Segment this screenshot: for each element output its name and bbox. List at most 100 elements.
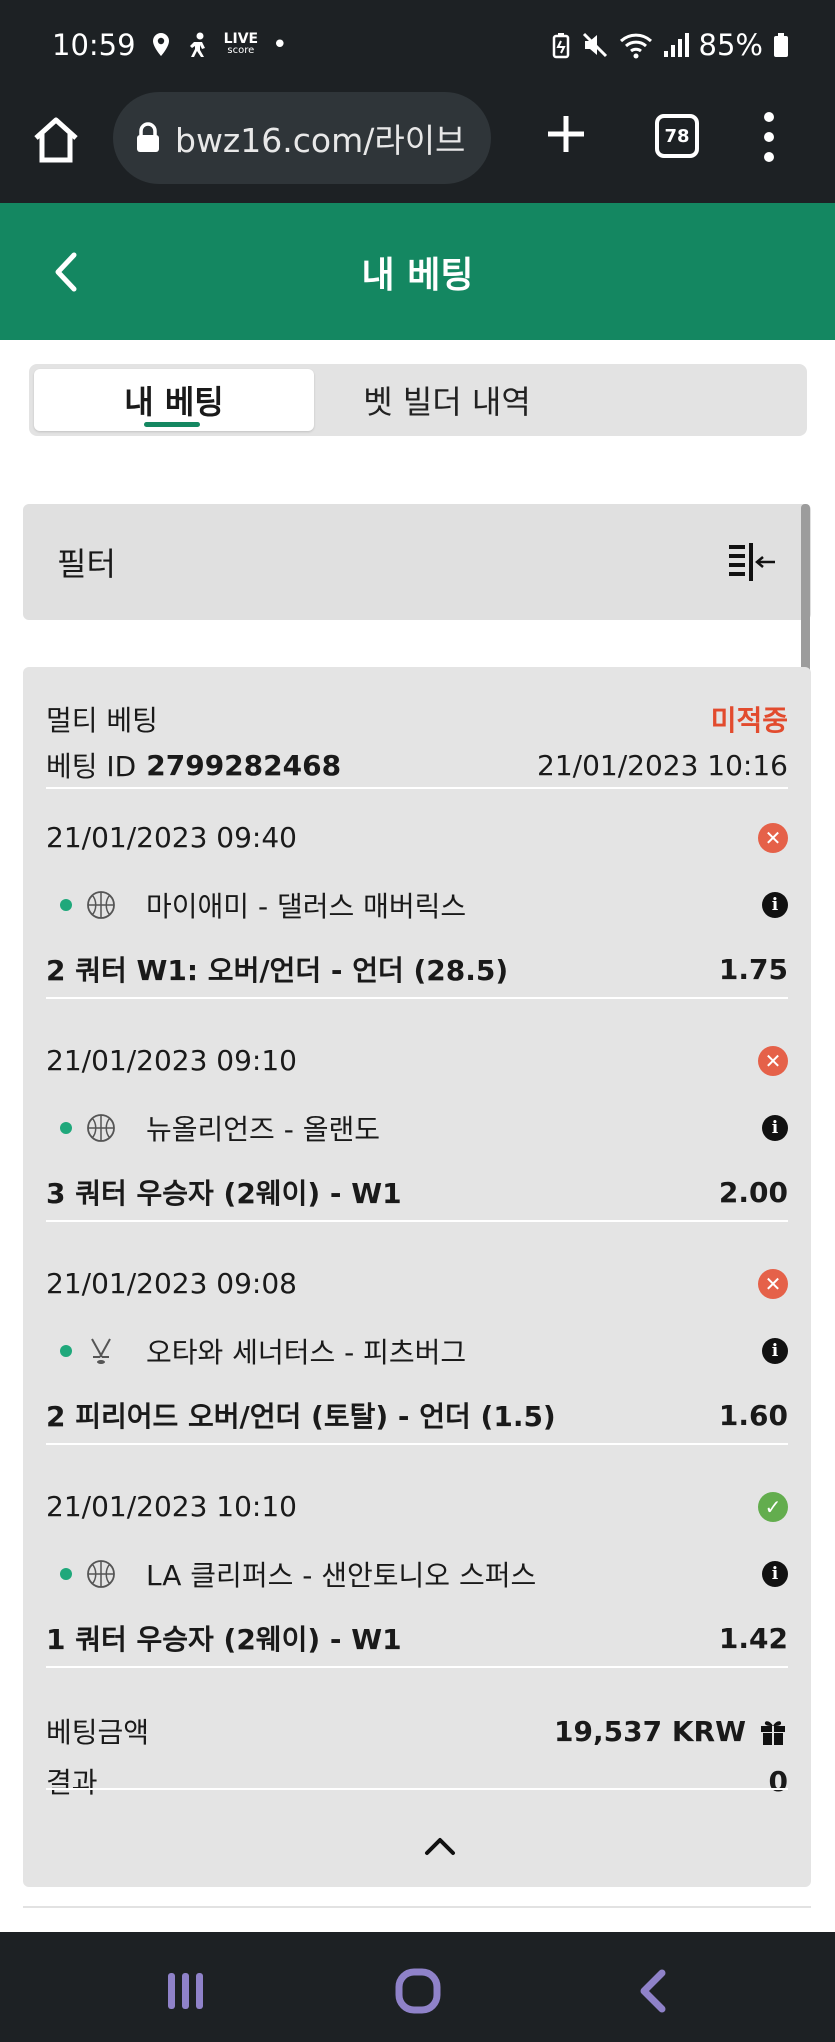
status-right: 85% <box>551 28 789 62</box>
ice-hockey-icon <box>91 1338 111 1364</box>
info-icon[interactable]: i <box>762 1115 788 1141</box>
info-icon[interactable]: i <box>762 1338 788 1364</box>
match-name: 뉴올리언즈 - 올랜도 <box>146 1113 380 1146</box>
bet-id-value: 2799282468 <box>146 748 342 782</box>
info-icon[interactable]: i <box>762 1561 788 1587</box>
live-indicator-dot <box>60 1345 72 1357</box>
won-icon: ✓ <box>758 1491 788 1522</box>
bet-type: 멀티 베팅 <box>46 704 158 737</box>
odds-value: 2.00 <box>718 1175 788 1209</box>
basketball-icon <box>87 1114 115 1142</box>
match-name: 마이애미 - 댈러스 매버릭스 <box>146 890 467 923</box>
lost-icon: ✕ <box>758 1268 788 1299</box>
browser-toolbar: bwz16.com/라이브 78 <box>0 90 835 203</box>
recents-icon[interactable] <box>166 1971 206 2011</box>
lost-icon: ✕ <box>758 1045 788 1076</box>
result-label: 결과 <box>46 1766 98 1799</box>
selection-datetime: 21/01/2023 09:10 <box>46 1044 297 1077</box>
plus-icon <box>548 116 584 152</box>
divider <box>46 787 788 789</box>
info-icon[interactable]: i <box>762 892 788 918</box>
selection-match-row: 오타와 세너터스 - 피츠버그 i <box>46 1331 788 1371</box>
live-badge-top: LIVE <box>223 31 259 47</box>
selection-market-row: 2 피리어드 오버/언더 (토탈) - 언더 (1.5) 1.60 <box>46 1395 788 1435</box>
market-name: 1 쿼터 우승자 (2웨이) - W1 <box>46 1623 402 1656</box>
status-dot: • <box>272 30 288 60</box>
live-score-icon: LIVE score <box>223 31 259 57</box>
wifi-icon <box>619 31 653 59</box>
selection-match-row: LA 클리퍼스 - 샌안토니오 스퍼스 i <box>46 1554 788 1594</box>
battery-percent: 85% <box>698 28 763 62</box>
filter-icon[interactable] <box>727 541 777 583</box>
odds-value: 1.75 <box>718 952 788 986</box>
divider <box>23 1906 811 1908</box>
result-value: 0 <box>768 1764 788 1798</box>
selection-match-row: 뉴올리언즈 - 올랜도 i <box>46 1108 788 1148</box>
divider <box>46 997 788 999</box>
stake-label: 베팅금액 <box>46 1716 150 1749</box>
selection-market-row: 1 쿼터 우승자 (2웨이) - W1 1.42 <box>46 1618 788 1658</box>
result-row: 결과 0 <box>46 1761 788 1801</box>
gift-icon[interactable] <box>758 1716 788 1746</box>
selection-market-row: 2 쿼터 W1: 오버/언더 - 언더 (28.5) 1.75 <box>46 949 788 989</box>
filter-label: 필터 <box>57 545 116 583</box>
status-left: 10:59 LIVE score • <box>52 28 287 62</box>
filter-bar[interactable]: 필터 <box>23 504 811 620</box>
match-name: LA 클리퍼스 - 샌안토니오 스퍼스 <box>146 1559 537 1592</box>
browser-menu-button[interactable] <box>756 112 782 162</box>
home-icon <box>34 117 78 163</box>
chevron-up-icon[interactable] <box>423 1835 457 1857</box>
tab-switcher-button[interactable]: 78 <box>655 114 699 158</box>
menu-dot-icon <box>764 132 774 142</box>
tab-my-bets[interactable]: 내 베팅 <box>34 369 314 431</box>
live-badge-bottom: score <box>227 45 255 56</box>
selection-match-row: 마이애미 - 댈러스 매버릭스 i <box>46 885 788 925</box>
signal-icon <box>663 31 689 59</box>
bet-header-row: 멀티 베팅 미적중 <box>46 699 788 739</box>
bet-placed-date: 21/01/2023 10:16 <box>537 748 788 782</box>
basketball-icon <box>87 891 115 919</box>
bet-status-badge: 미적중 <box>710 704 788 737</box>
stake-row: 베팅금액 19,537 KRW <box>46 1711 788 1751</box>
tab-bet-builder-history[interactable]: 벳 빌더 내역 <box>314 369 580 431</box>
selection-date-row: 21/01/2023 09:10 ✕ <box>46 1044 788 1077</box>
selection-date-row: 21/01/2023 10:10 ✓ <box>46 1490 788 1523</box>
odds-value: 1.42 <box>718 1621 788 1655</box>
status-bar: 10:59 LIVE score • 85% <box>0 0 835 90</box>
page-title: 내 베팅 <box>361 254 474 296</box>
person-run-icon <box>186 31 210 59</box>
divider <box>46 1443 788 1445</box>
odds-value: 1.60 <box>718 1398 788 1432</box>
home-icon[interactable] <box>394 1967 442 2015</box>
lock-icon <box>137 122 159 152</box>
divider <box>46 1666 788 1668</box>
location-icon <box>150 31 172 59</box>
mute-icon <box>581 31 609 59</box>
live-indicator-dot <box>60 899 72 911</box>
address-bar[interactable]: bwz16.com/라이브 <box>113 92 491 184</box>
selection-datetime: 21/01/2023 10:10 <box>46 1490 297 1523</box>
battery-icon <box>773 31 789 59</box>
menu-dot-icon <box>764 152 774 162</box>
bet-id-label: 베팅 ID <box>46 750 137 783</box>
system-nav-bar <box>0 1932 835 2042</box>
back-icon[interactable] <box>636 1969 670 2013</box>
match-name: 오타와 세너터스 - 피츠버그 <box>146 1336 467 1369</box>
back-button[interactable] <box>46 249 86 295</box>
divider <box>46 1220 788 1222</box>
browser-home-button[interactable] <box>30 114 82 166</box>
bet-card: 멀티 베팅 미적중 베팅 ID 2799282468 21/01/2023 10… <box>23 667 811 1887</box>
menu-dot-icon <box>764 112 774 122</box>
live-indicator-dot <box>60 1568 72 1580</box>
battery-saver-icon <box>551 31 571 59</box>
stake-value: 19,537 KRW <box>554 1714 746 1748</box>
status-time: 10:59 <box>52 28 136 62</box>
basketball-icon <box>87 1560 115 1588</box>
new-tab-button[interactable] <box>544 112 588 156</box>
tab-bar: 내 베팅 벳 빌더 내역 <box>29 364 807 436</box>
selection-datetime: 21/01/2023 09:40 <box>46 821 297 854</box>
selection-date-row: 21/01/2023 09:40 ✕ <box>46 821 788 854</box>
url-text: bwz16.com/라이브 <box>175 121 466 160</box>
lost-icon: ✕ <box>758 822 788 853</box>
market-name: 2 쿼터 W1: 오버/언더 - 언더 (28.5) <box>46 954 509 987</box>
